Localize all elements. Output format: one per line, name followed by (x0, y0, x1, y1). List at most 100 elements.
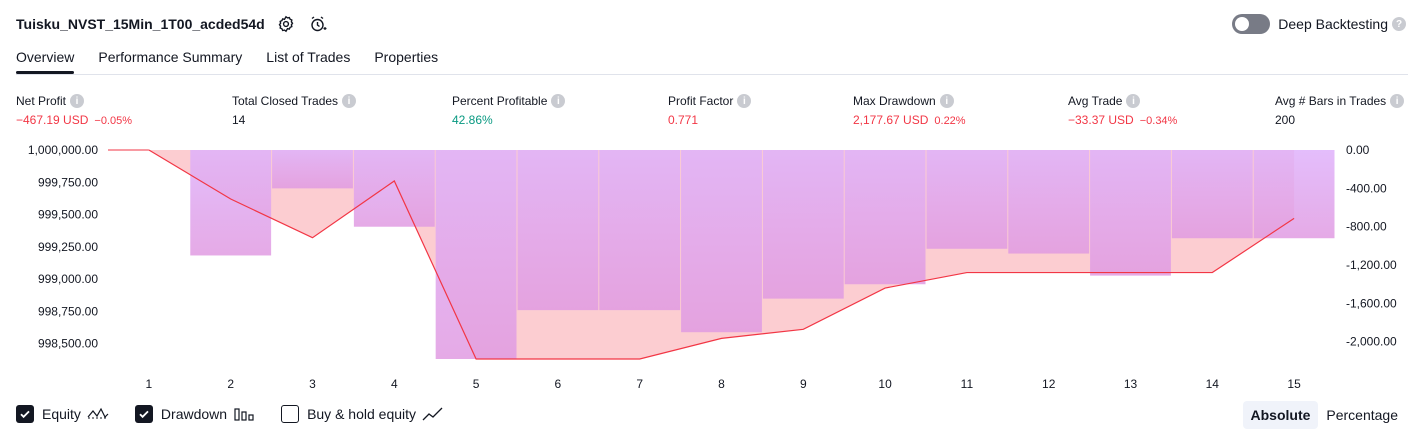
stat-percent-profitable: Percent Profitable i 42.86% (452, 93, 566, 129)
x-axis-tick-label: 15 (1287, 377, 1301, 391)
equity-line-icon (87, 407, 109, 419)
left-axis-tick-label: 999,000.00 (38, 272, 98, 286)
stat-value: −467.19 USD (16, 113, 89, 127)
drawdown-bar-shade (1253, 150, 1335, 239)
stat-avg-trade: Avg Trade i −33.37 USD −0.34% (1068, 93, 1177, 129)
x-axis-tick-label: 9 (800, 377, 807, 391)
stat-label: Max Drawdown (853, 94, 936, 108)
stat-value: 14 (232, 113, 246, 127)
info-icon[interactable]: i (1126, 94, 1141, 108)
info-icon[interactable]: i (70, 94, 85, 108)
x-axis-tick-label: 13 (1124, 377, 1138, 391)
legend-label: Equity (42, 406, 81, 422)
equity-drawdown-chart[interactable]: 1,000,000.00 999,750.00 999,500.00 999,250.… (0, 140, 1424, 400)
drawdown-bar-shade (1171, 150, 1253, 239)
tab-overview[interactable]: Overview (16, 44, 75, 74)
stat-label: Profit Factor (668, 94, 734, 108)
stat-max-drawdown: Max Drawdown i 2,177.67 USD 0.22% (853, 93, 966, 129)
chart-legend: Equity Drawdown Buy & hold equity (16, 402, 470, 426)
stat-label: Avg # Bars in Trades (1275, 94, 1387, 108)
legend-drawdown[interactable]: Drawdown (134, 405, 255, 423)
strategy-header: Tuisku_NVST_15Min_1T00_acded54d (16, 12, 329, 36)
deep-backtesting-control: Deep Backtesting ? (1232, 12, 1406, 36)
x-axis-tick-label: 1 (146, 377, 153, 391)
stat-value: 200 (1275, 113, 1296, 127)
checkmark-icon (20, 410, 30, 419)
x-axis-tick-label: 6 (555, 377, 562, 391)
tab-properties[interactable]: Properties (374, 44, 438, 74)
tab-list-of-trades[interactable]: List of Trades (266, 44, 350, 74)
x-axis-tick-label: 11 (961, 377, 974, 391)
legend-label: Drawdown (160, 406, 228, 422)
right-axis-tick-label: -1,600.00 (1346, 296, 1397, 310)
settings-gear-icon[interactable] (275, 13, 297, 35)
drawdown-bar-shade (681, 150, 762, 333)
stat-value: 42.86% (452, 113, 493, 127)
percentage-button[interactable]: Percentage (1318, 401, 1406, 429)
right-axis-tick-label: -800.00 (1346, 220, 1387, 234)
absolute-button[interactable]: Absolute (1242, 401, 1319, 429)
equity-checkbox[interactable] (16, 405, 34, 423)
x-axis-tick-label: 10 (878, 377, 892, 391)
stat-value: 2,177.67 USD (853, 113, 929, 127)
tabs-divider (16, 74, 1408, 75)
x-axis-tick-label: 2 (227, 377, 234, 391)
stat-profit-factor: Profit Factor i 0.771 (668, 93, 752, 129)
stat-value: 0.771 (668, 113, 699, 127)
drawdown-bar-shade (272, 150, 353, 189)
x-axis-tick-label: 8 (718, 377, 725, 391)
stat-percent: −0.05% (94, 115, 133, 127)
x-axis-tick-label: 12 (1042, 377, 1056, 391)
stat-total-closed-trades: Total Closed Trades i 14 (232, 93, 357, 129)
x-axis-tick-label: 14 (1206, 377, 1220, 391)
stat-percent: 0.22% (934, 115, 966, 127)
stat-label: Percent Profitable (452, 94, 548, 108)
info-icon[interactable]: i (737, 94, 752, 108)
buy-hold-checkbox[interactable] (281, 405, 300, 423)
x-axis-tick-label: 3 (309, 377, 316, 391)
checkmark-icon (139, 410, 149, 419)
tab-performance-summary[interactable]: Performance Summary (98, 44, 242, 74)
x-axis-tick-label: 7 (636, 377, 643, 391)
legend-label: Buy & hold equity (307, 406, 417, 422)
stat-label: Total Closed Trades (232, 94, 339, 108)
deep-backtesting-toggle[interactable] (1232, 14, 1271, 34)
drawdown-bar-shade (599, 150, 681, 311)
stat-percent: −0.34% (1139, 115, 1178, 127)
right-axis-tick-label: -1,200.00 (1346, 258, 1397, 272)
left-axis-tick-label: 999,500.00 (38, 208, 98, 222)
left-axis-tick-label: 998,500.00 (38, 337, 98, 351)
report-tabs: Overview Performance Summary List of Tra… (16, 44, 462, 76)
toggle-knob (1235, 17, 1250, 31)
x-axis-tick-label: 5 (473, 377, 480, 391)
drawdown-bar-shade (762, 150, 844, 299)
left-axis-tick-label: 999,750.00 (38, 175, 98, 189)
right-axis-tick-label: 0.00 (1346, 143, 1370, 157)
drawdown-bar-shade (435, 150, 517, 359)
left-axis-tick-label: 998,750.00 (38, 304, 98, 318)
drawdown-bar-shade (517, 150, 599, 311)
add-alert-clock-icon[interactable] (307, 13, 329, 35)
info-icon[interactable]: i (1390, 94, 1405, 108)
stat-value: −33.37 USD (1068, 113, 1134, 127)
x-axis-tick-label: 4 (391, 377, 398, 391)
drawdown-bar-shade (844, 150, 926, 285)
strategy-title: Tuisku_NVST_15Min_1T00_acded54d (16, 16, 265, 32)
info-icon[interactable]: i (939, 94, 954, 108)
buy-hold-line-icon (422, 407, 443, 421)
drawdown-bar-shade (926, 150, 1008, 249)
stat-label: Avg Trade (1068, 94, 1123, 108)
help-question-icon[interactable]: ? (1392, 17, 1406, 31)
drawdown-bar-shade (353, 150, 435, 227)
drawdown-bar-shade (1090, 150, 1171, 276)
left-axis-tick-label: 999,250.00 (38, 240, 98, 254)
drawdown-checkbox[interactable] (134, 405, 153, 423)
info-icon[interactable]: i (342, 94, 357, 108)
right-axis-tick-label: -2,000.00 (1346, 335, 1397, 349)
left-axis-tick-label: 1,000,000.00 (28, 143, 98, 157)
legend-equity[interactable]: Equity (16, 405, 109, 423)
info-icon[interactable]: i (551, 94, 566, 108)
drawdown-bar-shade (190, 150, 272, 256)
summary-stats: Net Profit i −467.19 USD −0.05% Total Clos… (16, 93, 1408, 133)
legend-buy-hold[interactable]: Buy & hold equity (281, 405, 444, 423)
